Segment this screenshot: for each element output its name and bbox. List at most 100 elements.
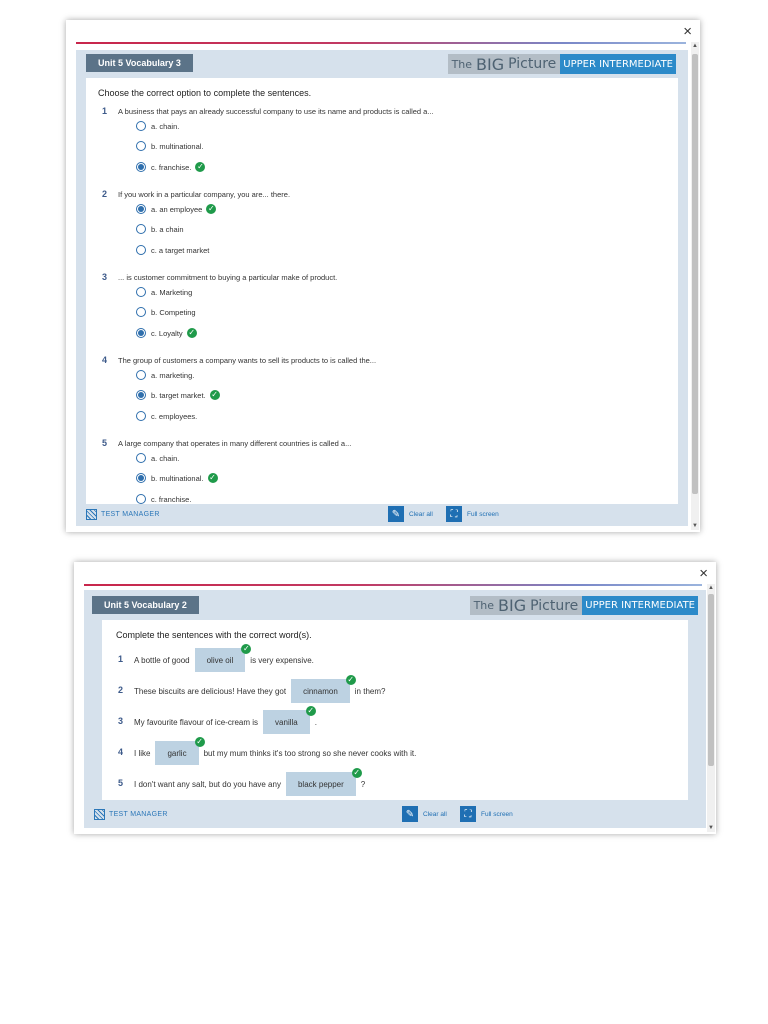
scroll-thumb[interactable] — [692, 54, 698, 494]
check-circle-icon: ✓ — [209, 390, 220, 400]
option-b[interactable]: b. a chain — [136, 222, 184, 236]
clear-all-button[interactable]: ✎ Clear all — [402, 806, 447, 822]
test-manager-icon — [86, 508, 97, 520]
logo-big: BIG — [476, 54, 505, 74]
sentence-5: 5 I don't want any salt, but do you have… — [102, 768, 688, 796]
check-circle-icon: ✓ — [194, 737, 205, 747]
option-a[interactable]: a. Marketing — [136, 285, 192, 299]
radio-button[interactable] — [136, 287, 146, 297]
scroll-down-icon[interactable]: ▼ — [707, 824, 715, 832]
option-c[interactable]: c. franchise. — [136, 492, 191, 504]
question-text: The group of customers a company wants t… — [118, 356, 377, 365]
option-b[interactable]: b. multinational. — [136, 139, 204, 153]
radio-button-selected[interactable] — [136, 204, 146, 214]
option-label: a. an employee — [151, 204, 203, 214]
option-label: c. employees. — [151, 411, 198, 421]
option-a[interactable]: a. chain. — [136, 119, 179, 133]
question-number: 2 — [102, 189, 108, 199]
sentence-text-before: I don't want any salt, but do you have a… — [134, 779, 281, 789]
answer-gap[interactable]: vanilla ✓ — [263, 706, 316, 734]
big-picture-logo: The BIG Picture UPPER INTERMEDIATE — [447, 54, 676, 74]
option-label: b. Competing — [151, 307, 196, 317]
option-label: a. chain. — [151, 121, 180, 131]
scroll-up-icon[interactable]: ▲ — [707, 584, 715, 592]
clear-all-button[interactable]: ✎ Clear all — [388, 506, 433, 522]
clear-all-label: Clear all — [409, 510, 433, 518]
option-c[interactable]: c. franchise. ✓ — [136, 160, 206, 174]
radio-button-selected[interactable] — [136, 162, 146, 172]
test-manager-link[interactable]: TEST MANAGER — [86, 506, 160, 522]
instructions: Complete the sentences with the correct … — [116, 630, 312, 640]
radio-button[interactable] — [136, 370, 146, 380]
instructions: Choose the correct option to complete th… — [98, 88, 312, 98]
radio-button-selected[interactable] — [136, 473, 146, 483]
option-label: b. multinational. — [151, 141, 204, 151]
answer-gap[interactable]: cinnamon ✓ — [291, 675, 356, 703]
option-label: a. Marketing — [151, 287, 193, 297]
scroll-down-icon[interactable]: ▼ — [691, 522, 699, 530]
answer-text: vanilla — [275, 717, 298, 727]
sentence-number: 3 — [118, 716, 124, 726]
answer-text: garlic — [167, 748, 187, 758]
radio-button[interactable] — [136, 224, 146, 234]
activity-frame: Unit 5 Vocabulary 2 The BIG Picture UPPE… — [84, 590, 706, 828]
option-label: b. multinational. — [151, 473, 204, 483]
option-a[interactable]: a. marketing. — [136, 368, 194, 382]
answer-gap[interactable]: garlic ✓ — [155, 737, 205, 765]
option-a[interactable]: a. chain. — [136, 451, 179, 465]
check-circle-icon: ✓ — [351, 768, 362, 778]
unit-tab: Unit 5 Vocabulary 2 — [92, 596, 199, 614]
close-icon[interactable]: × — [683, 24, 692, 40]
radio-button[interactable] — [136, 453, 146, 463]
sentence-number: 2 — [118, 685, 124, 695]
question-number: 1 — [102, 106, 108, 116]
scroll-up-icon[interactable]: ▲ — [691, 42, 699, 50]
option-label: a. marketing. — [151, 370, 195, 380]
radio-button[interactable] — [136, 307, 146, 317]
check-circle-icon: ✓ — [305, 706, 316, 716]
full-screen-button[interactable]: ⛶ Full screen — [460, 806, 513, 822]
option-c[interactable]: c. employees. — [136, 409, 197, 423]
eraser-icon: ✎ — [388, 506, 404, 522]
test-manager-link[interactable]: TEST MANAGER — [94, 806, 168, 822]
radio-button[interactable] — [136, 141, 146, 151]
option-b[interactable]: b. multinational. ✓ — [136, 471, 218, 485]
option-label: c. a target market — [151, 245, 210, 255]
option-b[interactable]: b. target market. ✓ — [136, 388, 220, 402]
logo-level: UPPER INTERMEDIATE — [582, 596, 698, 615]
full-screen-label: Full screen — [467, 510, 499, 518]
radio-button[interactable] — [136, 494, 146, 504]
radio-button-selected[interactable] — [136, 390, 146, 400]
full-screen-button[interactable]: ⛶ Full screen — [446, 506, 499, 522]
fullscreen-icon: ⛶ — [460, 806, 476, 822]
radio-button[interactable] — [136, 245, 146, 255]
scroll-thumb[interactable] — [708, 594, 714, 766]
header-accent-line — [84, 584, 702, 586]
close-icon[interactable]: × — [699, 566, 708, 582]
sentence-text-after: . — [314, 717, 317, 727]
eraser-icon: ✎ — [402, 806, 418, 822]
scrollbar[interactable]: ▲ ▼ — [707, 584, 715, 832]
radio-button[interactable] — [136, 121, 146, 131]
option-label: c. Loyalty — [151, 328, 183, 338]
check-circle-icon: ✓ — [241, 644, 252, 654]
logo-picture: Picture — [530, 597, 579, 614]
sentence-text-after: in them? — [354, 686, 386, 696]
option-c[interactable]: c. a target market — [136, 243, 209, 257]
answer-gap[interactable]: olive oil ✓ — [194, 644, 252, 672]
sentence-number: 4 — [118, 747, 124, 757]
option-c[interactable]: c. Loyalty ✓ — [136, 326, 197, 340]
option-a[interactable]: a. an employee ✓ — [136, 202, 217, 216]
radio-button-selected[interactable] — [136, 328, 146, 338]
radio-button[interactable] — [136, 411, 146, 421]
vocabulary-3-window: × Unit 5 Vocabulary 3 The BIG Picture UP… — [66, 20, 700, 532]
sentence-text-before: A bottle of good — [134, 655, 190, 665]
question-text: A business that pays an already successf… — [118, 107, 434, 116]
answer-gap[interactable]: black pepper ✓ — [285, 768, 362, 796]
option-b[interactable]: b. Competing — [136, 305, 196, 319]
question-text: A large company that operates in many di… — [118, 439, 352, 448]
option-label: c. franchise. — [151, 162, 192, 172]
scrollbar[interactable]: ▲ ▼ — [691, 42, 699, 530]
answer-text: olive oil — [206, 655, 234, 665]
option-label: b. a chain — [151, 224, 184, 234]
